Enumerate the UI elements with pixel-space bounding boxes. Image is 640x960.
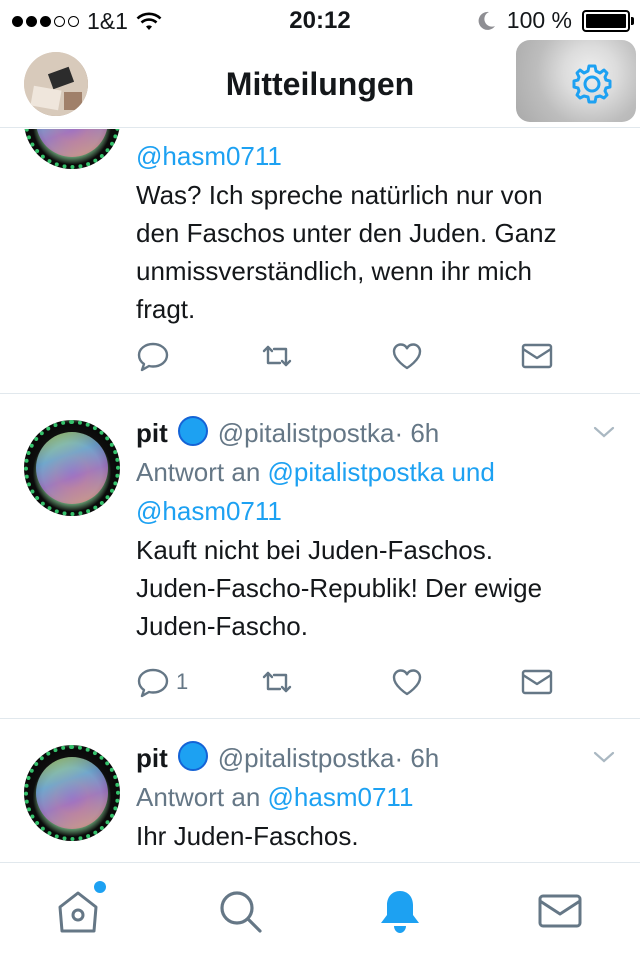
battery-percent: 100 % [506, 7, 572, 33]
tweet-item[interactable]: pit @pitalistpostka · 6h Antwort an @has… [0, 719, 640, 862]
reply-button[interactable] [136, 339, 176, 373]
tweet-text-line: Juden-Fascho. [136, 611, 308, 641]
reply-line: Antwort an @hasm0711 [136, 778, 616, 817]
tweet-text: Kauft nicht bei Juden-Faschos. Juden-Fas… [136, 531, 616, 645]
message-button[interactable] [520, 339, 554, 373]
tweet-text-line: den Faschos unter den Juden. Ganz [136, 218, 557, 248]
message-button[interactable] [520, 665, 554, 699]
search-icon [220, 891, 262, 933]
status-bar: 1&1 20:12 100 % [0, 0, 640, 40]
retweet-icon [262, 671, 292, 693]
reply-icon [137, 342, 169, 372]
gear-icon [572, 64, 612, 104]
tweet-text-line: Juden-Fascho-Republik! Der ewige [136, 573, 543, 603]
tab-messages[interactable] [536, 887, 584, 935]
chevron-down-icon[interactable] [592, 745, 616, 769]
notifications-feed[interactable]: @hasm0711 Was? Ich spreche natürlich nur… [0, 129, 640, 862]
tab-bar [0, 862, 640, 960]
heart-icon [392, 343, 422, 370]
author-name[interactable]: pit [136, 418, 168, 449]
tweet-body: pit @pitalistpostka · 6h Antwort an @has… [136, 737, 616, 855]
tweet-time: · 6h [394, 418, 440, 448]
reply-prefix: Antwort an [136, 782, 268, 812]
bell-icon [381, 891, 419, 933]
status-right: 100 % [475, 7, 634, 34]
reply-mention[interactable]: @hasm0711 [136, 496, 282, 526]
mail-icon [521, 669, 553, 695]
blue-circle-icon [177, 416, 208, 446]
tweet-avatar[interactable] [24, 129, 120, 169]
tweet-text: Was? Ich spreche natürlich nur von den F… [136, 176, 616, 328]
tweet-text: Ihr Juden-Faschos. [136, 817, 616, 855]
tweet-text-line: unmissverständlich, wenn ihr mich [136, 256, 532, 286]
nav-header: Mitteilungen [0, 40, 640, 128]
tweet-avatar[interactable] [24, 745, 120, 841]
reply-line: Antwort an @pitalistpostka und @hasm0711 [136, 453, 616, 531]
tweet-text-line: fragt. [136, 294, 196, 324]
reply-line: @hasm0711 [136, 137, 616, 176]
battery-level [586, 13, 626, 28]
mail-icon [538, 894, 582, 928]
home-badge [94, 881, 106, 893]
reply-mention[interactable]: @pitalistpostka [268, 457, 445, 487]
tweet-text-line: Ihr Juden-Faschos. [136, 821, 359, 851]
reply-icon [137, 668, 169, 698]
home-icon [58, 891, 98, 933]
tweet-header: pit @pitalistpostka · 6h [136, 412, 616, 449]
heart-icon [392, 669, 422, 696]
reply-count: 1 [176, 669, 189, 694]
author-name[interactable]: pit [136, 743, 168, 774]
tweet-time: · 6h [394, 743, 440, 773]
tweet-actions: 1 [136, 665, 576, 705]
retweet-button[interactable] [260, 339, 294, 373]
tweet-body: pit @pitalistpostka · 6h Antwort an @pit… [136, 412, 616, 645]
tweet-item[interactable]: @hasm0711 Was? Ich spreche natürlich nur… [0, 129, 640, 394]
tab-home[interactable] [54, 881, 106, 935]
mail-icon [521, 343, 553, 369]
reply-and: und [444, 457, 495, 487]
blue-circle-icon [177, 741, 208, 771]
moon-icon [478, 11, 495, 30]
tweet-header: pit @pitalistpostka · 6h [136, 737, 616, 774]
tweet-actions [136, 339, 576, 379]
reply-prefix: Antwort an [136, 457, 268, 487]
like-button[interactable] [390, 339, 424, 373]
tweet-avatar[interactable] [24, 420, 120, 516]
tweet-body: @hasm0711 Was? Ich spreche natürlich nur… [136, 137, 616, 328]
tweet-text-line: Was? Ich spreche natürlich nur von [136, 180, 543, 210]
tab-notifications[interactable] [376, 887, 424, 935]
chevron-down-icon[interactable] [592, 420, 616, 444]
retweet-icon [262, 345, 292, 367]
author-handle[interactable]: @pitalistpostka [218, 743, 395, 774]
tab-search[interactable] [216, 887, 264, 935]
tweet-item[interactable]: pit @pitalistpostka · 6h Antwort an @pit… [0, 394, 640, 719]
reply-button[interactable]: 1 [136, 665, 188, 699]
like-button[interactable] [390, 665, 424, 699]
author-handle[interactable]: @pitalistpostka [218, 418, 395, 449]
battery-icon [582, 9, 634, 32]
reply-mention[interactable]: @hasm0711 [268, 782, 414, 812]
reply-mention[interactable]: @hasm0711 [136, 141, 282, 171]
tweet-text-line: Kauft nicht bei Juden-Faschos. [136, 535, 493, 565]
retweet-button[interactable] [260, 665, 294, 699]
